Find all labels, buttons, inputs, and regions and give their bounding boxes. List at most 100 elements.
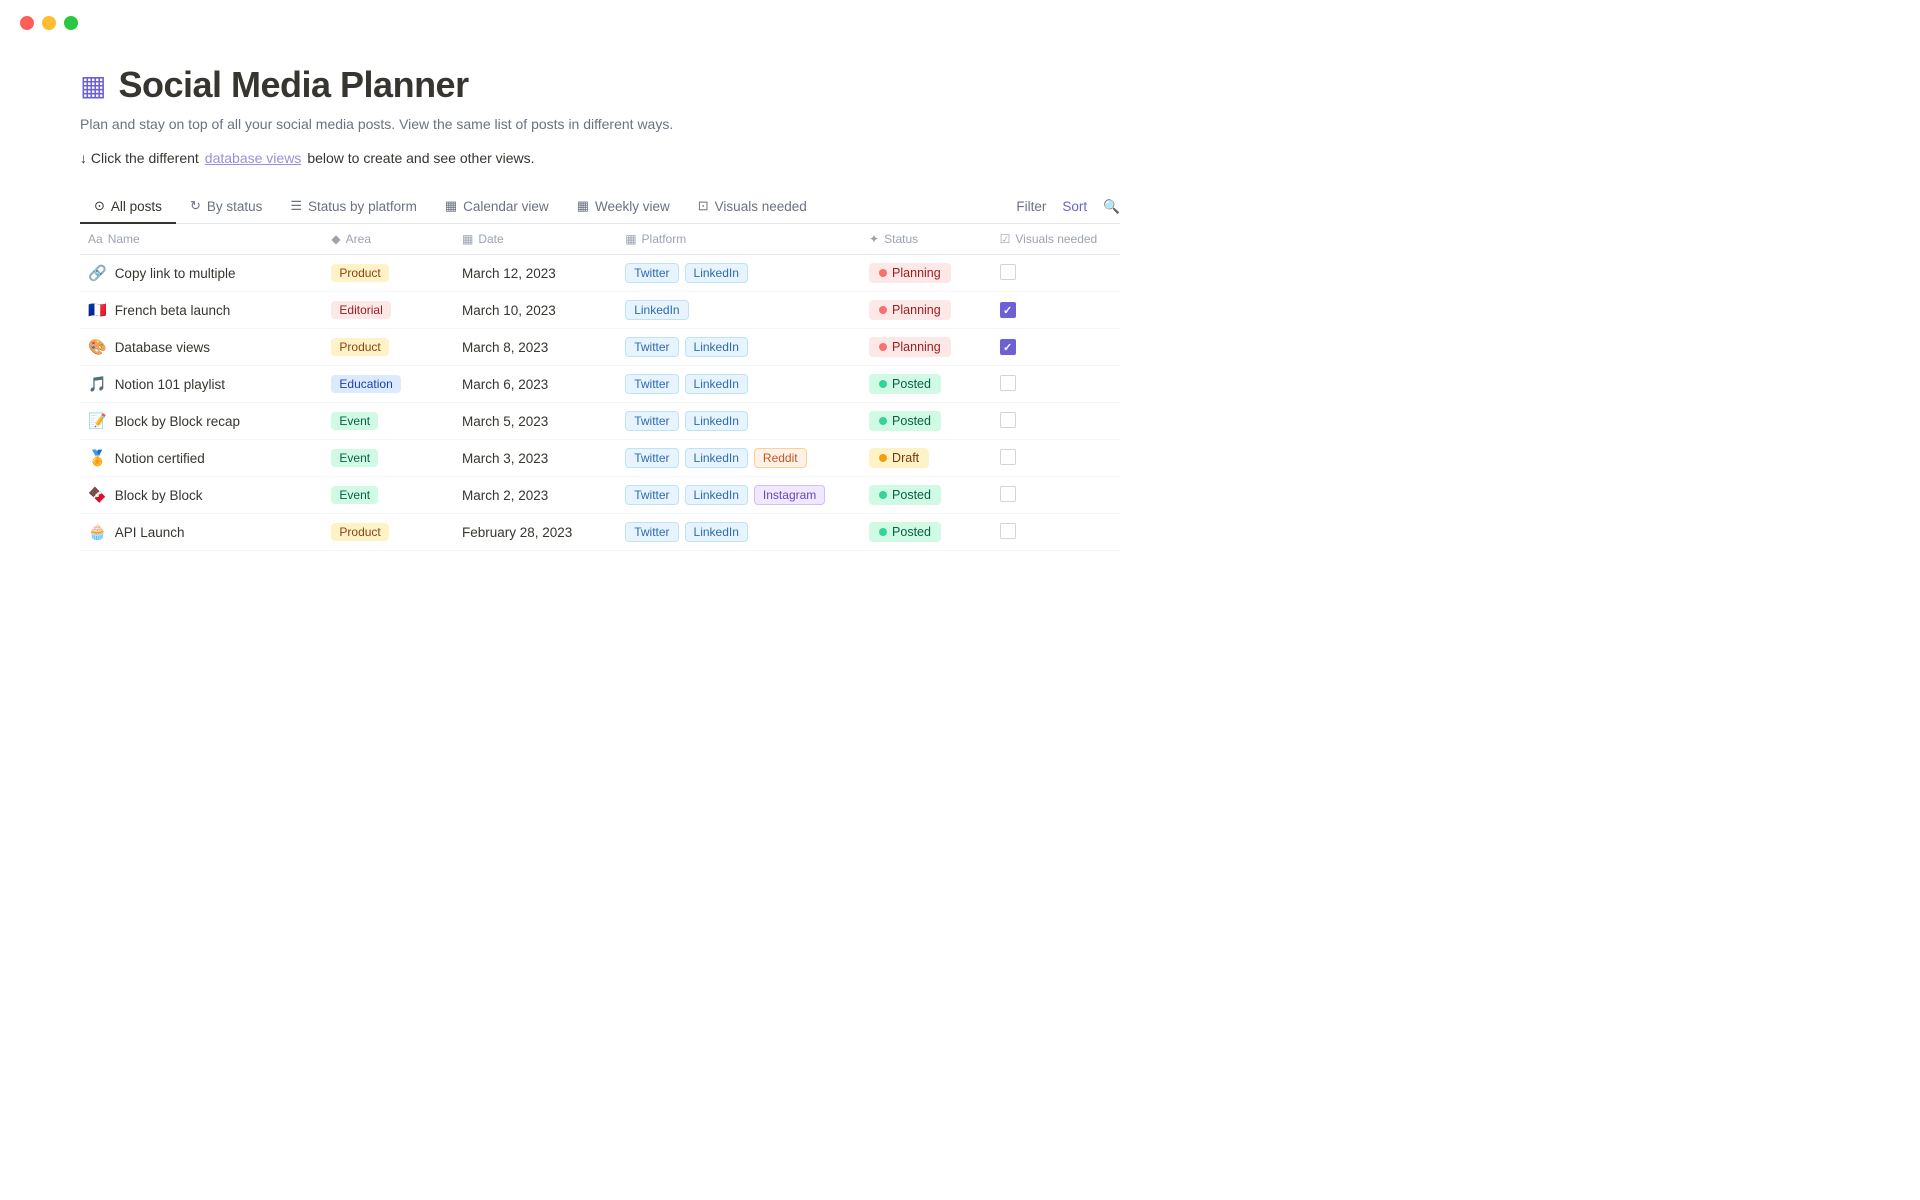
row-name[interactable]: French beta launch: [115, 303, 231, 318]
status-col-label: Status: [884, 232, 918, 246]
tab-all-posts[interactable]: ⊙ All posts: [80, 190, 176, 224]
date-cell: March 2, 2023: [450, 477, 613, 514]
platform-tags: TwitterLinkedIn: [625, 337, 845, 357]
visuals-checkbox[interactable]: [1000, 486, 1016, 502]
platform-tag: Twitter: [625, 485, 678, 505]
row-emoji: 🏅: [88, 449, 107, 467]
status-badge: Posted: [869, 374, 941, 394]
visuals-checkbox[interactable]: [1000, 264, 1016, 280]
traffic-lights: [20, 16, 78, 30]
date-cell: March 8, 2023: [450, 329, 613, 366]
table-row: 🍫 Block by Block EventMarch 2, 2023Twitt…: [80, 477, 1120, 514]
tab-by-status-label: By status: [207, 199, 263, 214]
platform-tags: TwitterLinkedIn: [625, 522, 845, 542]
status-label: Draft: [892, 451, 919, 465]
row-name[interactable]: Copy link to multiple: [115, 266, 236, 281]
status-dot: [879, 343, 887, 351]
tab-calendar-view[interactable]: ▦ Calendar view: [431, 190, 563, 224]
status-by-platform-icon: ☰: [290, 198, 302, 214]
platform-tag: LinkedIn: [685, 337, 748, 357]
row-emoji: 🧁: [88, 523, 107, 541]
table-row: 🇫🇷 French beta launch EditorialMarch 10,…: [80, 292, 1120, 329]
date-cell: March 12, 2023: [450, 255, 613, 292]
platform-tag: Twitter: [625, 374, 678, 394]
filter-button[interactable]: Filter: [1016, 199, 1046, 214]
status-badge: Planning: [869, 263, 951, 283]
row-name[interactable]: Notion certified: [115, 451, 205, 466]
status-label: Planning: [892, 266, 941, 280]
close-button[interactable]: [20, 16, 34, 30]
table-row: 📝 Block by Block recap EventMarch 5, 202…: [80, 403, 1120, 440]
platform-tag: LinkedIn: [625, 300, 688, 320]
col-header-area: ◆ Area: [319, 224, 450, 255]
name-cell: 🇫🇷 French beta launch: [88, 301, 307, 319]
area-col-label: Area: [346, 232, 371, 246]
status-label: Posted: [892, 488, 931, 502]
status-label: Planning: [892, 303, 941, 317]
visuals-checkbox[interactable]: [1000, 375, 1016, 391]
platform-tag: Twitter: [625, 411, 678, 431]
visuals-checkbox[interactable]: [1000, 302, 1016, 318]
name-cell: 🎵 Notion 101 playlist: [88, 375, 307, 393]
platform-tag: LinkedIn: [685, 374, 748, 394]
status-label: Posted: [892, 414, 931, 428]
row-name[interactable]: Block by Block: [115, 488, 203, 503]
platform-tag: Twitter: [625, 263, 678, 283]
date-cell: March 10, 2023: [450, 292, 613, 329]
tab-status-by-platform-label: Status by platform: [308, 199, 417, 214]
tab-bar: ⊙ All posts ↻ By status ☰ Status by plat…: [80, 190, 1120, 224]
tab-visuals-needed[interactable]: ⊡ Visuals needed: [684, 190, 821, 224]
status-badge: Posted: [869, 522, 941, 542]
name-cell: 🍫 Block by Block: [88, 486, 307, 504]
tab-status-by-platform[interactable]: ☰ Status by platform: [276, 190, 430, 224]
database-views-link[interactable]: database views: [205, 150, 302, 166]
search-button[interactable]: 🔍: [1103, 199, 1120, 215]
hint-suffix: below to create and see other views.: [307, 150, 534, 166]
maximize-button[interactable]: [64, 16, 78, 30]
row-emoji: 📝: [88, 412, 107, 430]
platform-col-icon: ▦: [625, 232, 636, 246]
col-header-status: ✦ Status: [857, 224, 988, 255]
date-col-icon: ▦: [462, 232, 473, 246]
row-emoji: 🍫: [88, 486, 107, 504]
sort-button[interactable]: Sort: [1062, 199, 1087, 214]
status-dot: [879, 454, 887, 462]
name-col-label: Name: [108, 232, 140, 246]
col-header-platform: ▦ Platform: [613, 224, 857, 255]
platform-tag: Twitter: [625, 448, 678, 468]
tab-weekly-view-label: Weekly view: [595, 199, 670, 214]
row-name[interactable]: Database views: [115, 340, 210, 355]
row-emoji: 🎨: [88, 338, 107, 356]
visuals-col-label: Visuals needed: [1015, 232, 1097, 246]
row-name[interactable]: API Launch: [115, 525, 185, 540]
platform-tag: LinkedIn: [685, 448, 748, 468]
area-badge: Event: [331, 449, 378, 467]
area-badge: Product: [331, 338, 388, 356]
visuals-checkbox[interactable]: [1000, 523, 1016, 539]
visuals-checkbox[interactable]: [1000, 412, 1016, 428]
data-table: Aa Name ◆ Area ▦ Date: [80, 224, 1120, 551]
status-dot: [879, 417, 887, 425]
table-row: 🎵 Notion 101 playlist EducationMarch 6, …: [80, 366, 1120, 403]
tab-weekly-view[interactable]: ▦ Weekly view: [563, 190, 684, 224]
table-header-row: Aa Name ◆ Area ▦ Date: [80, 224, 1120, 255]
row-name[interactable]: Block by Block recap: [115, 414, 240, 429]
tab-all-posts-label: All posts: [111, 199, 162, 214]
row-emoji: 🎵: [88, 375, 107, 393]
minimize-button[interactable]: [42, 16, 56, 30]
visuals-checkbox[interactable]: [1000, 449, 1016, 465]
date-cell: March 6, 2023: [450, 366, 613, 403]
visuals-checkbox[interactable]: [1000, 339, 1016, 355]
tab-by-status[interactable]: ↻ By status: [176, 190, 276, 224]
platform-tag: LinkedIn: [685, 411, 748, 431]
platform-tags: LinkedIn: [625, 300, 845, 320]
platform-tag: LinkedIn: [685, 263, 748, 283]
status-badge: Posted: [869, 411, 941, 431]
status-dot: [879, 528, 887, 536]
row-name[interactable]: Notion 101 playlist: [115, 377, 225, 392]
status-dot: [879, 306, 887, 314]
calendar-view-icon: ▦: [445, 198, 457, 214]
name-col-icon: Aa: [88, 232, 103, 246]
col-header-name: Aa Name: [80, 224, 319, 255]
platform-col-label: Platform: [642, 232, 687, 246]
